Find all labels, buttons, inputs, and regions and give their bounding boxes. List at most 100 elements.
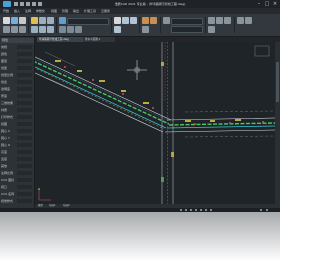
- ribbon-separator: [28, 17, 29, 33]
- dimension-tool-icon[interactable]: [122, 17, 129, 24]
- settings-icon[interactable]: [260, 209, 262, 211]
- annotation-mark: [161, 62, 164, 66]
- view-icon[interactable]: [237, 17, 244, 24]
- lineweight-icon[interactable]: [210, 209, 212, 211]
- copy-tool-icon[interactable]: [39, 17, 46, 24]
- create-block-icon[interactable]: [150, 17, 157, 24]
- fullscreen-icon[interactable]: [266, 209, 268, 211]
- palette-row-value-field[interactable]: [17, 59, 32, 63]
- palette-row-label: 线宽: [1, 80, 8, 84]
- manhole-marker: [152, 107, 154, 109]
- text-tool-icon[interactable]: [114, 17, 121, 24]
- pipe-line: [168, 122, 275, 126]
- palette-row-value-field[interactable]: [17, 164, 32, 168]
- osnap-icon[interactable]: [200, 209, 202, 211]
- calculator-icon[interactable]: [224, 17, 231, 24]
- mirror-tool-icon[interactable]: [31, 26, 38, 33]
- scale-tool-icon[interactable]: [39, 26, 46, 33]
- vertical-scrollbar[interactable]: [275, 42, 280, 204]
- palette-row: 注释比例: [1, 171, 33, 175]
- palette-row-value-field[interactable]: [17, 73, 32, 77]
- window-reflection: [0, 212, 280, 270]
- palette-row: 视口: [1, 185, 33, 189]
- snap-icon[interactable]: [180, 209, 182, 211]
- palette-row-value-field[interactable]: [17, 171, 32, 175]
- redo-icon[interactable]: [38, 2, 42, 6]
- rotate-tool-icon[interactable]: [47, 17, 54, 24]
- palette-row-value-field[interactable]: [17, 136, 32, 140]
- palette-row-label: 视图: [1, 122, 8, 126]
- palette-row: 宽度: [1, 157, 33, 161]
- palette-row-value-field[interactable]: [17, 157, 32, 161]
- annotation-mark: [235, 119, 241, 121]
- palette-row-label: 常规: [1, 45, 8, 49]
- palette-row-value-field[interactable]: [17, 122, 32, 126]
- group-icon[interactable]: [208, 17, 215, 24]
- otrack-icon[interactable]: [205, 209, 207, 211]
- match-properties-icon[interactable]: [163, 17, 170, 24]
- palette-row-value-field[interactable]: [17, 129, 32, 133]
- palette-row-value-field[interactable]: [17, 80, 32, 84]
- minimize-icon[interactable]: –: [256, 1, 262, 7]
- base-point-icon[interactable]: [245, 17, 252, 24]
- palette-row-value-field[interactable]: [17, 185, 32, 189]
- color-dropdown[interactable]: [171, 18, 203, 25]
- palette-row-value-field[interactable]: [17, 192, 32, 196]
- leader-line: [44, 51, 80, 93]
- app-logo-icon[interactable]: [3, 1, 11, 7]
- layer-lock-icon[interactable]: [75, 26, 82, 33]
- drawing-canvas[interactable]: [35, 42, 275, 204]
- palette-row-value-field[interactable]: [17, 108, 32, 112]
- layer-freeze-icon[interactable]: [67, 26, 74, 33]
- manhole-marker: [229, 122, 231, 124]
- line-tool-icon[interactable]: [3, 17, 10, 24]
- ribbon-separator: [56, 17, 57, 33]
- palette-row-value-field[interactable]: [17, 115, 32, 119]
- measure-icon[interactable]: [216, 17, 223, 24]
- arc-tool-icon[interactable]: [3, 26, 10, 33]
- manhole-marker: [64, 66, 66, 68]
- hatch-tool-icon[interactable]: [19, 26, 26, 33]
- undo-icon[interactable]: [32, 2, 36, 6]
- clipboard-icon[interactable]: [208, 26, 215, 33]
- palette-row-label: 注释比例: [1, 171, 14, 175]
- layer-properties-icon[interactable]: [59, 17, 66, 24]
- grid-icon[interactable]: [185, 209, 187, 211]
- layer-off-icon[interactable]: [59, 26, 66, 33]
- palette-row-label: 视觉样式: [1, 199, 14, 203]
- linetype-dropdown[interactable]: [171, 26, 203, 33]
- rectangle-tool-icon[interactable]: [11, 26, 18, 33]
- palette-row-value-field[interactable]: [17, 94, 32, 98]
- polyline-tool-icon[interactable]: [11, 17, 18, 24]
- palette-row-value-field[interactable]: [17, 101, 32, 105]
- palette-row-value-field[interactable]: [17, 199, 32, 203]
- palette-row-value-field[interactable]: [17, 66, 32, 70]
- palette-row: 圆心 Y: [1, 136, 33, 140]
- ortho-icon[interactable]: [190, 209, 192, 211]
- view-cube-icon[interactable]: [254, 45, 270, 57]
- palette-row-value-field[interactable]: [17, 178, 32, 182]
- palette-row-value-field[interactable]: [17, 150, 32, 154]
- table-tool-icon[interactable]: [114, 26, 121, 33]
- new-file-icon[interactable]: [14, 2, 18, 6]
- maximize-icon[interactable]: □: [264, 1, 270, 7]
- annotation-line: [36, 68, 165, 130]
- edit-block-icon[interactable]: [142, 26, 149, 33]
- trim-tool-icon[interactable]: [47, 26, 54, 33]
- palette-row: 透明度: [1, 87, 33, 91]
- move-tool-icon[interactable]: [31, 17, 38, 24]
- palette-row-value-field[interactable]: [17, 45, 32, 49]
- insert-block-icon[interactable]: [142, 17, 149, 24]
- leader-tool-icon[interactable]: [130, 17, 137, 24]
- polar-icon[interactable]: [195, 209, 197, 211]
- close-icon[interactable]: ×: [272, 1, 278, 7]
- palette-row-value-field[interactable]: [17, 52, 32, 56]
- palette-row-value-field[interactable]: [17, 87, 32, 91]
- crosshair-cursor: [127, 60, 147, 80]
- save-icon[interactable]: [26, 2, 30, 6]
- open-file-icon[interactable]: [20, 2, 24, 6]
- layer-dropdown[interactable]: [67, 18, 109, 25]
- circle-tool-icon[interactable]: [19, 17, 26, 24]
- scrollbar-thumb[interactable]: [276, 62, 279, 102]
- palette-row-value-field[interactable]: [17, 143, 32, 147]
